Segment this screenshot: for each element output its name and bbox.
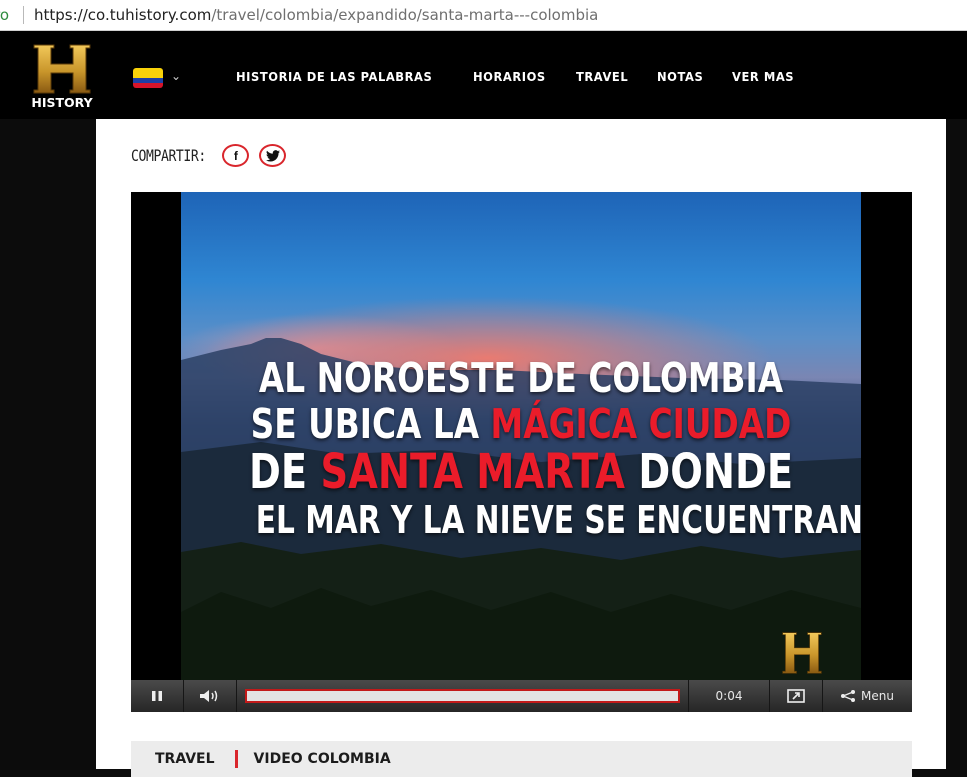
pause-icon bbox=[152, 691, 162, 701]
pause-button[interactable] bbox=[131, 680, 184, 712]
nav-item-historia-de-las-palabras[interactable]: HISTORIA DE LAS PALABRAS bbox=[236, 69, 432, 84]
player-controls: 0:04 Menu bbox=[131, 680, 912, 712]
video-player[interactable]: AL NOROESTE DE COLOMBIA SE UBICA LA MÁGI… bbox=[131, 192, 912, 712]
address-divider bbox=[23, 6, 25, 24]
logo-text: HISTORY bbox=[31, 95, 93, 109]
content-panel: COMPARTIR: f AL NOROESTE DE COLOMBIA SE … bbox=[96, 119, 946, 777]
overlay-line-4: EL MAR Y LA NIEVE SE ENCUENTRAN bbox=[255, 498, 861, 542]
video-title-overlay: AL NOROESTE DE COLOMBIA SE UBICA LA MÁGI… bbox=[181, 354, 861, 542]
share-bar: COMPARTIR: f bbox=[131, 144, 287, 167]
share-menu-button[interactable]: Menu bbox=[823, 680, 911, 712]
breadcrumb-travel[interactable]: TRAVEL bbox=[155, 751, 215, 767]
video-frame[interactable]: AL NOROESTE DE COLOMBIA SE UBICA LA MÁGI… bbox=[181, 192, 861, 680]
security-indicator: ro bbox=[0, 6, 10, 24]
country-flag-colombia[interactable] bbox=[133, 68, 163, 88]
menu-label: Menu bbox=[861, 689, 894, 703]
time-display: 0:04 bbox=[689, 680, 770, 712]
share-label: COMPARTIR: bbox=[131, 146, 206, 165]
volume-icon bbox=[200, 690, 218, 702]
progress-track[interactable] bbox=[245, 689, 680, 703]
nav-item-ver-mas[interactable]: VER MAS bbox=[732, 69, 794, 84]
nav-item-horarios[interactable]: HORARIOS bbox=[473, 69, 546, 84]
site-header: HISTORY ⌄ HISTORIA DE LAS PALABRAS HORAR… bbox=[0, 31, 967, 119]
facebook-icon: f bbox=[233, 148, 238, 163]
history-watermark-logo bbox=[782, 632, 822, 674]
popout-button[interactable] bbox=[770, 680, 823, 712]
popout-icon bbox=[787, 689, 805, 703]
share-icon bbox=[841, 690, 856, 702]
overlay-line-2: SE UBICA LA MÁGICA CIUDAD bbox=[250, 400, 792, 448]
twitter-share-button[interactable] bbox=[259, 144, 287, 167]
breadcrumb-divider bbox=[234, 750, 238, 768]
overlay-line-1: AL NOROESTE DE COLOMBIA bbox=[258, 354, 784, 402]
url-path: /travel/colombia/expandido/santa-marta--… bbox=[211, 6, 599, 24]
breadcrumb-video-colombia[interactable]: VIDEO COLOMBIA bbox=[254, 751, 391, 767]
chevron-down-icon[interactable]: ⌄ bbox=[765, 65, 775, 79]
nav-item-travel[interactable]: TRAVEL bbox=[576, 69, 628, 84]
chevron-down-icon[interactable]: ⌄ bbox=[171, 69, 181, 83]
overlay-line-3: DE SANTA MARTA DONDE bbox=[249, 444, 794, 500]
main-nav: HISTORIA DE LAS PALABRAS HORARIOS TRAVEL… bbox=[236, 69, 823, 84]
history-logo[interactable]: HISTORY bbox=[20, 43, 104, 109]
nav-item-notas[interactable]: NOTAS bbox=[657, 69, 703, 84]
address-bar[interactable]: ro https://co.tuhistory.com/travel/colom… bbox=[0, 0, 967, 31]
breadcrumb: TRAVEL VIDEO COLOMBIA bbox=[131, 741, 912, 777]
url-host: https://co.tuhistory.com bbox=[34, 6, 212, 24]
facebook-share-button[interactable]: f bbox=[222, 144, 250, 167]
volume-button[interactable] bbox=[184, 680, 237, 712]
progress-bar[interactable] bbox=[237, 680, 689, 712]
twitter-icon bbox=[265, 149, 280, 162]
